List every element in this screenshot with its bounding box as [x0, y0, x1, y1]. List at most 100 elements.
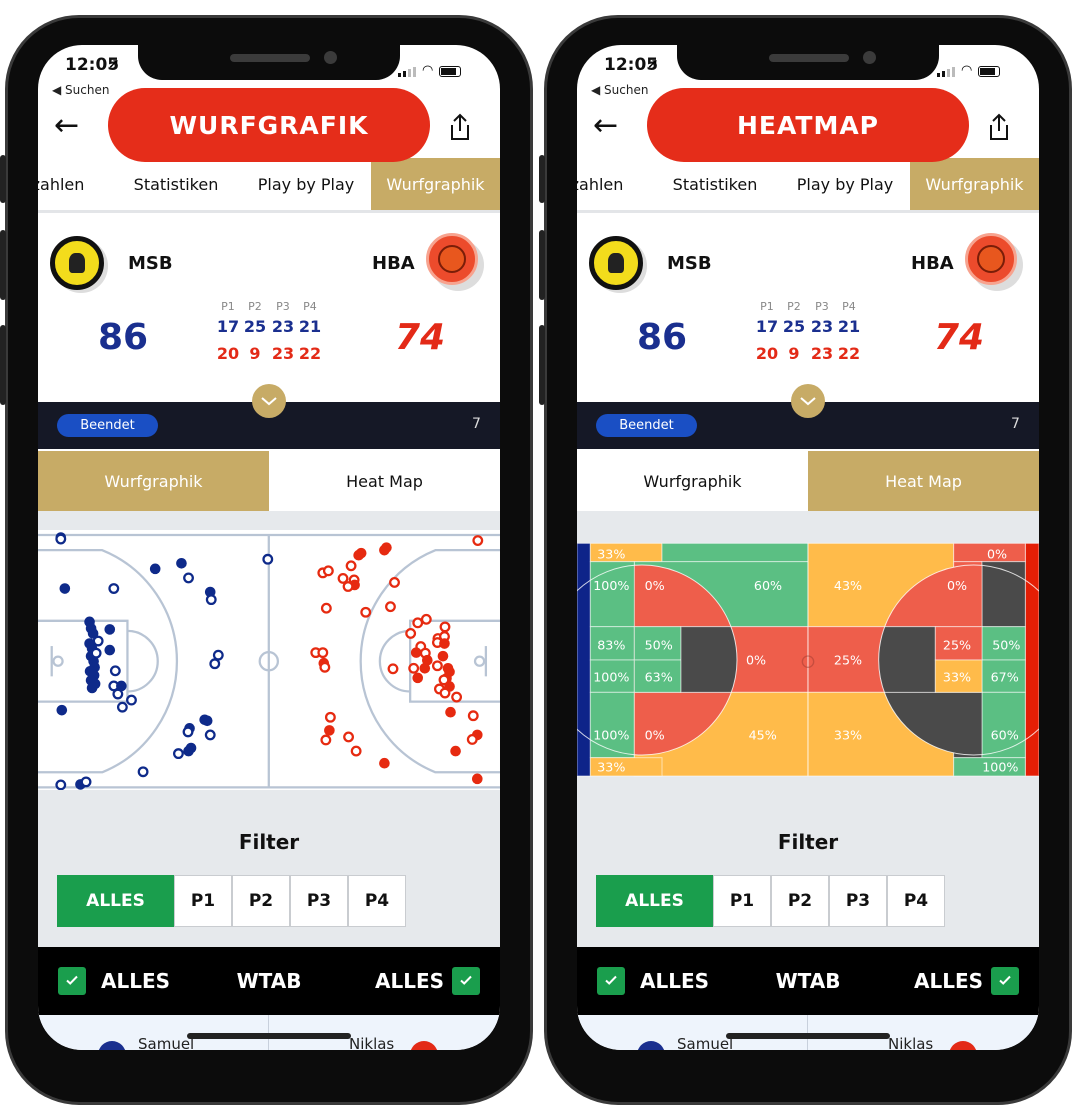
status-badge: Beendet	[596, 414, 697, 437]
heat-zone-label: 63%	[645, 669, 673, 684]
filter-p2-button[interactable]: P2	[771, 875, 829, 927]
main-tabs: zahlen Statistiken Play by PlayWurfgraphik	[577, 158, 1039, 213]
quarter-label: P1	[221, 300, 235, 313]
missed-shot-marker	[472, 535, 484, 546]
expand-chevron-icon[interactable]	[791, 384, 825, 418]
filter-alles-button[interactable]: ALLES	[596, 875, 713, 927]
share-icon[interactable]	[987, 113, 1011, 145]
missed-shot-marker	[205, 594, 217, 606]
subtab-wurfgraphik[interactable]: Wurfgraphik	[577, 451, 808, 511]
title-banner: HEATMAP	[647, 88, 969, 162]
heat-zone-label: 50%	[992, 638, 1020, 653]
heat-zone	[589, 561, 635, 628]
quarter-label: P1	[760, 300, 774, 313]
made-shot-marker	[104, 644, 116, 656]
made-shot-marker	[324, 725, 335, 736]
tab-zahlen[interactable]: zahlen	[38, 158, 108, 210]
filter-p4-button[interactable]: P4	[887, 875, 945, 927]
missed-shot-marker	[55, 779, 67, 790]
made-shot-marker	[353, 549, 364, 561]
status-badge: Beendet	[57, 414, 158, 437]
player-name[interactable]: Niklas	[888, 1035, 933, 1050]
player-name[interactable]: Niklas	[349, 1035, 394, 1050]
notch	[677, 45, 939, 80]
heat-zone-label: 0%	[746, 652, 766, 667]
missed-shot-marker	[420, 613, 432, 625]
missed-shot-marker	[317, 647, 329, 659]
back-to-app-link[interactable]: ◀ Suchen	[52, 83, 109, 97]
status-icons: ◠	[398, 64, 462, 77]
filter-p2-button[interactable]: P2	[232, 875, 290, 927]
status-count: 7	[472, 416, 481, 432]
made-shot-marker	[379, 544, 390, 556]
filter-p1-button[interactable]: P1	[713, 875, 771, 927]
tab-statistiken[interactable]: Statistiken	[665, 158, 765, 210]
quarter-label: P3	[276, 300, 290, 313]
player-avatar	[410, 1041, 438, 1050]
missed-shot-marker	[319, 661, 331, 673]
expand-chevron-icon[interactable]	[252, 384, 286, 418]
heat-zone	[589, 691, 635, 759]
back-to-app-link[interactable]: ◀ Suchen	[591, 83, 648, 97]
away-side-bar	[1024, 542, 1039, 777]
tab-play-by-play[interactable]: Play by Play	[246, 158, 366, 210]
side-button	[539, 325, 545, 405]
missed-shot-marker	[126, 694, 137, 706]
heat-zone-label: 100%	[593, 727, 629, 742]
tab-wurfgraphik[interactable]: Wurfgraphik	[910, 158, 1039, 210]
player-avatar	[98, 1041, 126, 1050]
camera	[863, 51, 876, 64]
side-button	[0, 155, 6, 203]
home-indicator[interactable]	[187, 1033, 351, 1039]
checkmark-icon	[997, 969, 1013, 993]
missed-shot-marker	[212, 649, 224, 661]
away-team-checkbox[interactable]	[452, 967, 480, 995]
msb-logo	[589, 236, 643, 290]
subtab-heat-map[interactable]: Heat Map	[269, 451, 500, 511]
home-quarter-score: 25	[782, 317, 806, 336]
filter-p3-button[interactable]: P3	[290, 875, 348, 927]
away-quarter-score: 22	[837, 344, 861, 363]
away-team-checkbox[interactable]	[991, 967, 1019, 995]
home-quarter-score: 21	[837, 317, 861, 336]
made-shot-marker	[379, 757, 390, 769]
away-filter-label: ALLES	[914, 969, 984, 993]
msb-logo	[50, 236, 104, 290]
back-arrow-icon[interactable]: ←	[54, 111, 79, 141]
tab-zahlen[interactable]: zahlen	[577, 158, 647, 210]
filter-p1-button[interactable]: P1	[174, 875, 232, 927]
tab-wurfgraphik[interactable]: Wurfgraphik	[371, 158, 500, 210]
heat-zone-label: 25%	[834, 652, 862, 667]
player-name[interactable]: Samuel	[677, 1035, 733, 1050]
phone-frame: 12:05 ➚ ◠ ◀ Suchen ← WURFGRAFIK zahlenSt…	[5, 15, 533, 1105]
made-shot-marker	[412, 672, 424, 684]
filter-p3-button[interactable]: P3	[829, 875, 887, 927]
back-arrow-icon[interactable]: ←	[593, 111, 618, 141]
missed-shot-marker	[439, 621, 451, 633]
missed-shot-marker	[204, 729, 216, 741]
heat-zone-label: 60%	[754, 578, 782, 593]
missed-shot-marker	[387, 663, 399, 675]
tab-play-by-play[interactable]: Play by Play	[785, 158, 905, 210]
home-indicator[interactable]	[726, 1033, 890, 1039]
away-quarter-score: 9	[249, 344, 261, 363]
heat-zone-label: 100%	[593, 578, 629, 593]
missed-shot-marker	[439, 687, 451, 699]
title-banner: WURFGRAFIK	[108, 88, 430, 162]
missed-shot-marker	[80, 776, 92, 788]
subtab-wurfgraphik[interactable]: Wurfgraphik	[38, 451, 269, 511]
tab-statistiken[interactable]: Statistiken	[126, 158, 226, 210]
missed-shot-marker	[90, 647, 102, 659]
missed-shot-marker	[466, 734, 478, 745]
filter-p4-button[interactable]: P4	[348, 875, 406, 927]
checkmark-icon	[458, 969, 474, 993]
away-quarter-score: 23	[810, 344, 834, 363]
player-name[interactable]: Samuel	[138, 1035, 194, 1050]
filter-alles-button[interactable]: ALLES	[57, 875, 174, 927]
quarter-label: P2	[248, 300, 262, 313]
share-icon[interactable]	[448, 113, 472, 145]
quarter-label: P3	[815, 300, 829, 313]
missed-shot-marker	[350, 745, 362, 757]
missed-shot-marker	[112, 688, 124, 700]
subtab-heat-map[interactable]: Heat Map	[808, 451, 1039, 511]
